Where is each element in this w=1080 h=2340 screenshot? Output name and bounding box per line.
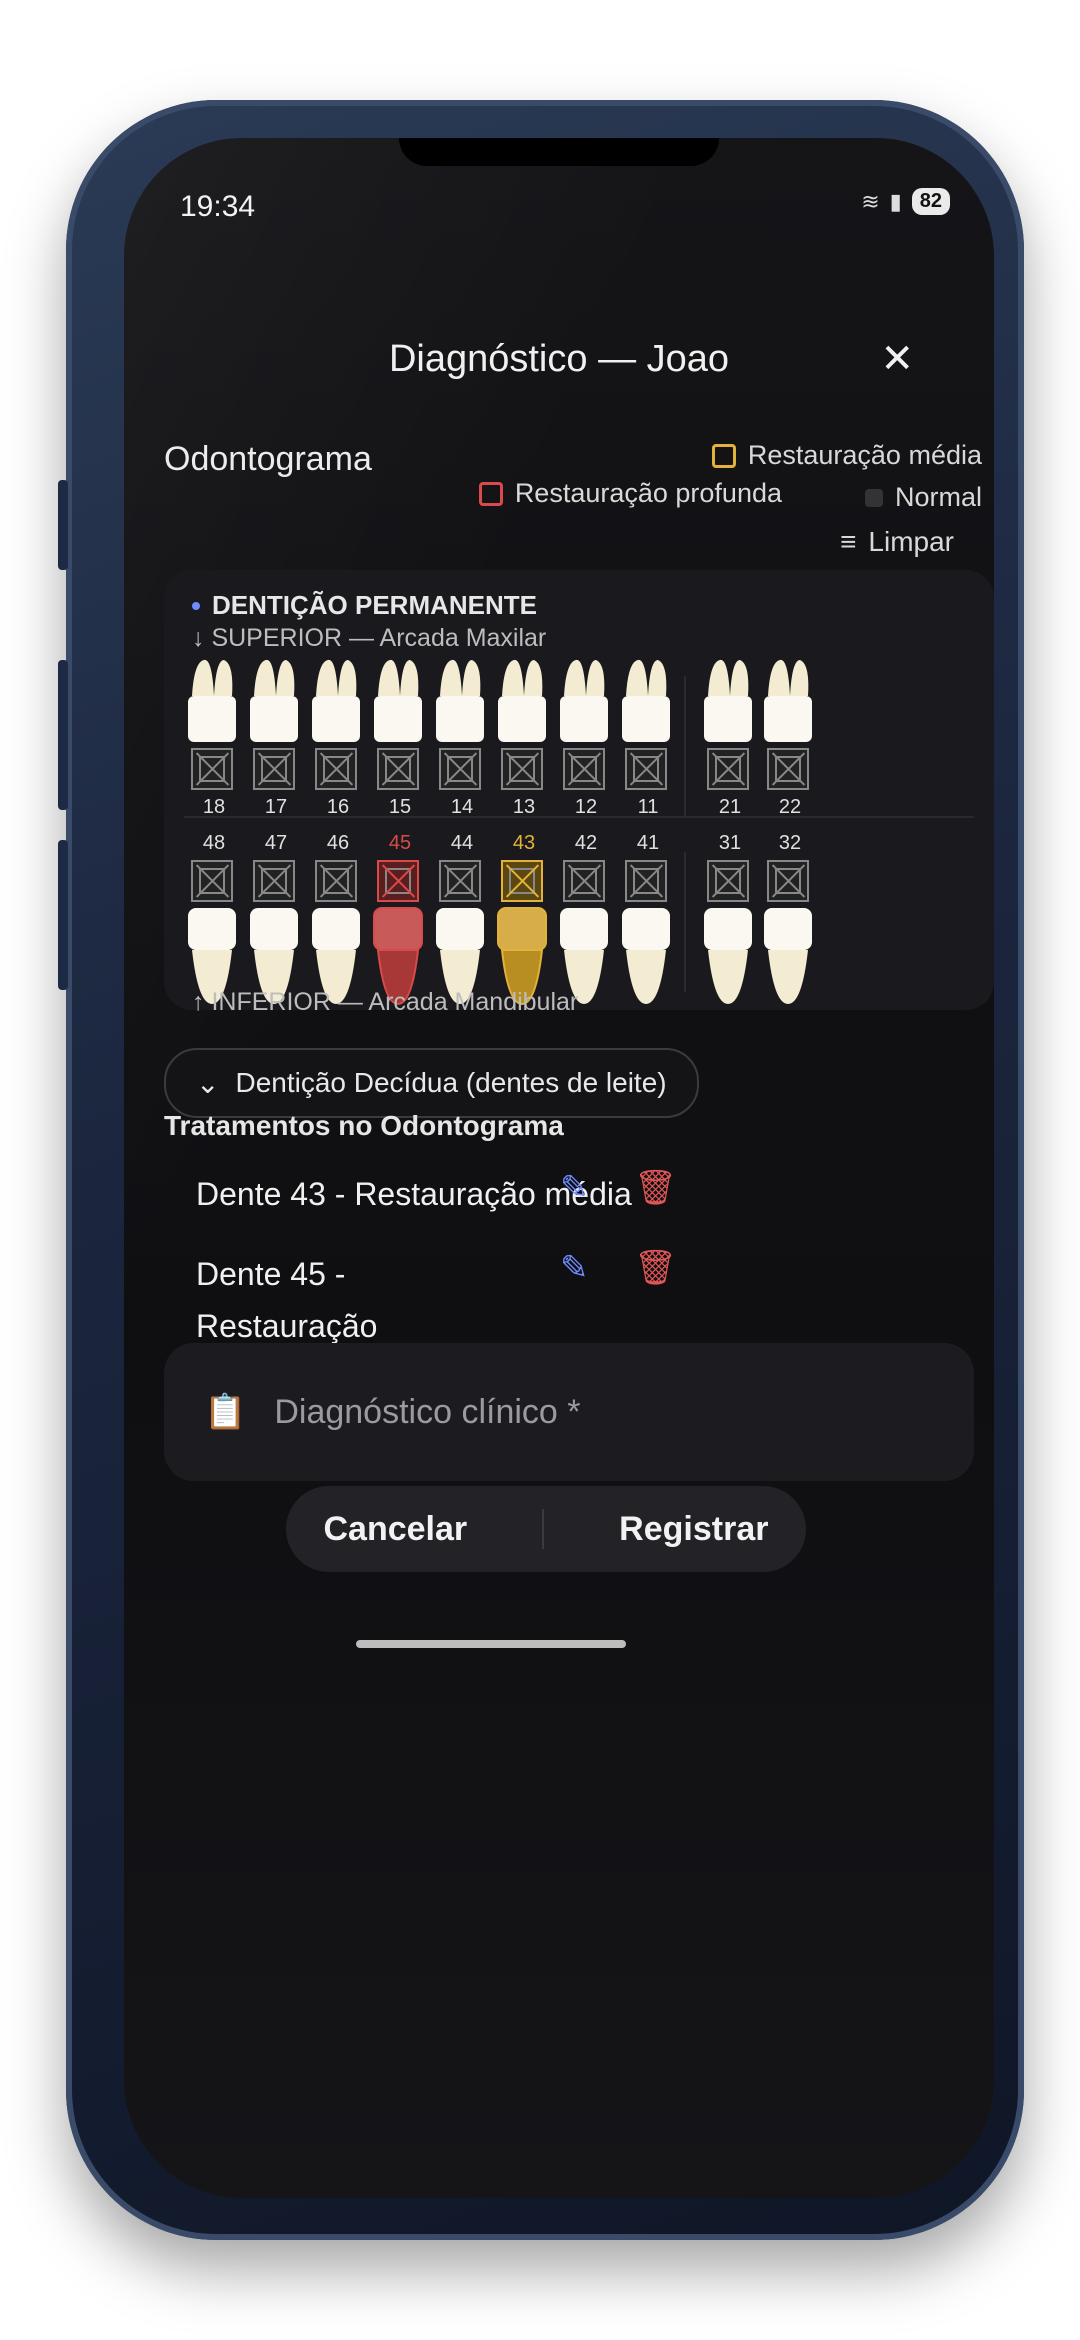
midline-divider: [684, 676, 686, 816]
trash-icon[interactable]: 🗑: [634, 1248, 677, 1288]
tooth-upper-14[interactable]: 14: [432, 656, 492, 818]
clear-label: Limpar: [868, 526, 954, 557]
tooth-upper-15[interactable]: 15: [370, 656, 430, 818]
edit-pencil-icon[interactable]: ✎: [560, 1248, 589, 1288]
action-divider: [542, 1509, 545, 1549]
phone-frame: 19:34 ≋ ▮ 82 Diagnóstico — Joao ✕ Odonto…: [58, 100, 1024, 2240]
tooth-surface-box[interactable]: [439, 860, 481, 902]
tooth-surface-box[interactable]: [191, 860, 233, 902]
phone-side-button: [58, 480, 68, 570]
tooth-number: 42: [574, 832, 598, 854]
tooth-surface-box[interactable]: [253, 860, 295, 902]
diagnosis-input[interactable]: 📋 Diagnóstico clínico *: [164, 1343, 974, 1481]
legend-swatch-medium: [711, 443, 736, 468]
tooth-upper-17[interactable]: 17: [246, 656, 306, 818]
clear-button[interactable]: ≡ Limpar: [840, 526, 954, 558]
lower-arch-label: ↑ INFERIOR — Arcada Mandibular: [192, 988, 579, 1016]
tooth-upper-11[interactable]: 11: [618, 656, 678, 818]
cancel-button[interactable]: Cancelar: [324, 1510, 468, 1549]
tooth-number: 45: [388, 832, 412, 854]
chevron-down-icon: ⌄: [196, 1067, 220, 1099]
lower-arch-row: 48 47 46 45 44 43 42 41 31 32: [164, 832, 994, 1006]
tooth-surface-box[interactable]: [625, 860, 667, 902]
tooth-number: 48: [202, 832, 226, 854]
tooth-surface-box[interactable]: [563, 860, 605, 902]
tooth-surface-box[interactable]: [501, 860, 543, 902]
midline-divider: [684, 852, 686, 992]
tooth-surface-box[interactable]: [501, 748, 543, 790]
legend-medium: Restauração média: [711, 440, 982, 471]
legend-swatch-deep: [478, 481, 503, 506]
dot-icon: [192, 601, 200, 610]
tooth-upper-12[interactable]: 12: [556, 656, 616, 818]
tooth-upper-21[interactable]: 21: [700, 656, 760, 818]
tooth-surface-box[interactable]: [563, 748, 605, 790]
tooth-upper-22[interactable]: 22: [760, 656, 820, 818]
tooth-number: 44: [450, 832, 474, 854]
permanent-label: DENTIÇÃO PERMANENTE: [192, 590, 537, 621]
action-bar: Cancelar Registrar: [286, 1486, 806, 1572]
tooth-number: 41: [636, 832, 660, 854]
treatments-title: Tratamentos no Odontograma: [164, 1110, 564, 1141]
legend-label: Restauração média: [747, 440, 982, 470]
tooth-surface-box[interactable]: [767, 860, 809, 902]
arch-divider: [184, 816, 974, 818]
signal-icon: ▮: [889, 188, 902, 214]
clear-lines-icon: ≡: [840, 526, 857, 557]
home-indicator: [356, 1640, 626, 1648]
phone-side-button: [58, 840, 68, 990]
legend-deep: Restauração profunda: [478, 478, 782, 509]
legend-normal: Normal: [864, 482, 982, 513]
register-button[interactable]: Registrar: [619, 1510, 768, 1549]
legend-label: Normal: [894, 482, 982, 512]
diagnosis-placeholder: Diagnóstico clínico *: [274, 1392, 581, 1431]
tooth-number: 46: [326, 832, 350, 854]
tooth-surface-box[interactable]: [707, 748, 749, 790]
status-time: 19:34: [180, 190, 256, 223]
tooth-surface-box[interactable]: [253, 748, 295, 790]
tooth-surface-box[interactable]: [767, 748, 809, 790]
tooth-surface-box[interactable]: [377, 748, 419, 790]
permanent-label-text: DENTIÇÃO PERMANENTE: [212, 590, 538, 620]
odontogram-title: Odontograma: [164, 440, 372, 478]
tooth-surface-box[interactable]: [315, 748, 357, 790]
tooth-number: 31: [718, 832, 742, 854]
legend-label: Restauração profunda: [514, 478, 782, 508]
tooth-surface-box[interactable]: [191, 748, 233, 790]
edit-pencil-icon[interactable]: ✎: [560, 1168, 589, 1208]
page-title: Diagnóstico — Joao: [388, 338, 730, 380]
tooth-upper-16[interactable]: 16: [308, 656, 368, 818]
upper-arch-label: ↓ SUPERIOR — Arcada Maxilar: [192, 624, 547, 652]
treatment-item-label: Dente 43 - Restauração média: [196, 1176, 632, 1212]
deciduous-toggle[interactable]: ⌄ Dentição Decídua (dentes de leite): [164, 1048, 699, 1118]
tooth-surface-box[interactable]: [625, 748, 667, 790]
tooth-surface-box[interactable]: [707, 860, 749, 902]
legend-swatch-normal: [864, 488, 883, 507]
tooth-number: 47: [264, 832, 288, 854]
status-icons: ≋ ▮ 82: [861, 188, 950, 215]
app-screen: 19:34 ≋ ▮ 82 Diagnóstico — Joao ✕ Odonto…: [124, 138, 994, 2198]
close-icon[interactable]: ✕: [880, 336, 914, 382]
clipboard-icon: 📋: [204, 1393, 247, 1431]
phone-side-button: [58, 660, 68, 810]
permanent-dentition-card: DENTIÇÃO PERMANENTE ↓ SUPERIOR — Arcada …: [164, 570, 994, 1016]
upper-arch-row: 18 17 16 15 14 13 12 11 21 22: [164, 656, 994, 818]
tooth-upper-13[interactable]: 13: [494, 656, 554, 818]
camera-notch: [399, 138, 719, 166]
trash-icon[interactable]: 🗑: [634, 1168, 677, 1208]
tooth-surface-box[interactable]: [439, 748, 481, 790]
tooth-number: 32: [778, 832, 802, 854]
wifi-icon: ≋: [861, 188, 880, 214]
tooth-number: 43: [512, 832, 536, 854]
tooth-upper-18[interactable]: 18: [184, 656, 244, 818]
deciduous-label: Dentição Decídua (dentes de leite): [235, 1067, 667, 1098]
tooth-surface-box[interactable]: [377, 860, 419, 902]
tooth-surface-box[interactable]: [315, 860, 357, 902]
battery-badge: 82: [911, 188, 950, 215]
